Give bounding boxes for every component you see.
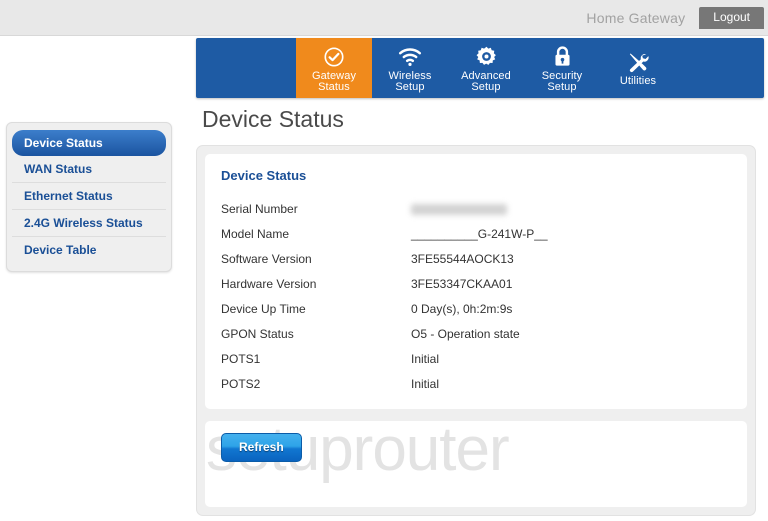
table-row: Software Version 3FE55544AOCK13 <box>221 247 731 272</box>
page-title: Device Status <box>202 106 344 132</box>
sidebar-menu: Device Status WAN Status Ethernet Status… <box>6 122 172 272</box>
nav-item-advanced-setup-label-2: Setup <box>471 81 501 93</box>
row-value-pots1: Initial <box>411 352 440 366</box>
device-status-card: Device Status Serial Number Model Name _… <box>205 154 747 409</box>
row-label-model-name: Model Name <box>221 227 290 241</box>
top-header-right-group: Home Gateway Logout <box>586 0 768 36</box>
actions-card: Refresh <box>205 421 747 507</box>
sidebar-item-device-status[interactable]: Device Status <box>12 130 166 156</box>
device-status-panel: Device Status Serial Number Model Name _… <box>196 145 756 516</box>
table-row: Hardware Version 3FE53347CKAA01 <box>221 272 731 297</box>
table-row: GPON Status O5 - Operation state <box>221 322 731 347</box>
row-value-hardware-version: 3FE53347CKAA01 <box>411 277 513 291</box>
row-label-serial-number: Serial Number <box>221 202 298 216</box>
nav-item-gateway-status[interactable]: Gateway Status <box>296 38 372 98</box>
row-label-pots2: POTS2 <box>221 377 261 391</box>
sidebar-item-device-table[interactable]: Device Table <box>12 237 166 263</box>
sidebar-item-ethernet-status[interactable]: Ethernet Status <box>12 183 166 210</box>
row-value-device-up-time: 0 Day(s), 0h:2m:9s <box>411 302 513 316</box>
lock-icon <box>553 45 572 69</box>
table-row: POTS2 Initial <box>221 372 731 397</box>
sidebar-item-wan-status[interactable]: WAN Status <box>12 156 166 183</box>
wifi-icon <box>398 45 422 69</box>
row-label-gpon-status: GPON Status <box>221 327 294 341</box>
row-label-device-up-time: Device Up Time <box>221 302 306 316</box>
table-row: Serial Number <box>221 197 731 222</box>
row-value-software-version: 3FE55544AOCK13 <box>411 252 514 266</box>
table-row: Device Up Time 0 Day(s), 0h:2m:9s <box>221 297 731 322</box>
section-heading: Device Status <box>221 168 307 183</box>
tools-icon <box>626 50 650 74</box>
site-label: Home Gateway <box>586 10 686 26</box>
row-value-pots2: Initial <box>411 377 440 391</box>
main-content: Device Status Device Status Serial Numbe… <box>196 106 764 516</box>
sidebar-item-wireless-status[interactable]: 2.4G Wireless Status <box>12 210 166 237</box>
nav-left-spacer <box>196 38 296 98</box>
check-circle-icon <box>323 45 345 69</box>
row-label-pots1: POTS1 <box>221 352 261 366</box>
row-label-software-version: Software Version <box>221 252 312 266</box>
row-label-hardware-version: Hardware Version <box>221 277 317 291</box>
nav-item-wireless-setup-label-2: Setup <box>395 81 425 93</box>
top-header-bar: Home Gateway Logout <box>0 0 768 36</box>
table-row: Model Name __________G-241W-P__ <box>221 222 731 247</box>
device-status-table: Serial Number Model Name __________G-241… <box>221 197 731 397</box>
row-value-model-name: __________G-241W-P__ <box>411 227 548 241</box>
redacted-value <box>411 204 507 216</box>
nav-item-security-setup[interactable]: Security Setup <box>524 38 600 98</box>
nav-item-wireless-setup[interactable]: Wireless Setup <box>372 38 448 98</box>
nav-item-security-setup-label-2: Setup <box>547 81 577 93</box>
gear-icon <box>475 45 498 69</box>
nav-item-utilities-label-1: Utilities <box>619 75 657 88</box>
refresh-button[interactable]: Refresh <box>221 433 302 462</box>
nav-item-utilities[interactable]: Utilities <box>600 38 676 98</box>
nav-item-advanced-setup[interactable]: Advanced Setup <box>448 38 524 98</box>
row-value-serial-number <box>411 197 731 222</box>
nav-item-gateway-status-label-2: Status <box>318 81 350 93</box>
logout-button[interactable]: Logout <box>699 6 764 30</box>
table-row: POTS1 Initial <box>221 347 731 372</box>
row-value-gpon-status: O5 - Operation state <box>411 327 520 341</box>
main-navigation-bar: Gateway Status Wireless Setup Advanced S… <box>196 38 764 98</box>
